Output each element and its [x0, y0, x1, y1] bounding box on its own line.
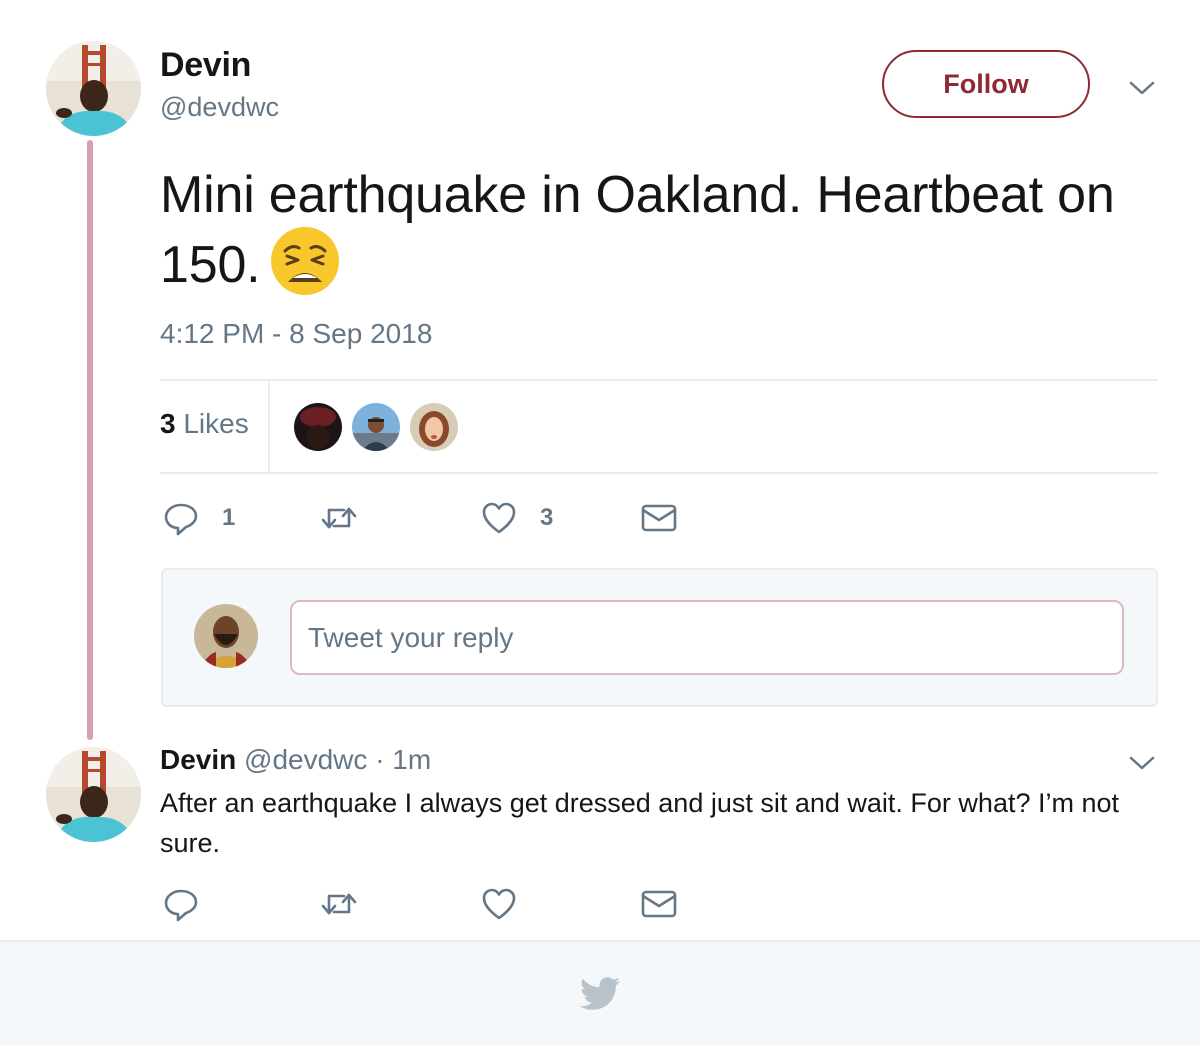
- retweet-action[interactable]: [320, 499, 358, 537]
- mail-icon: [641, 890, 677, 918]
- weary-face-icon: [270, 226, 340, 296]
- reply-action[interactable]: [162, 885, 200, 923]
- liker-avatar[interactable]: [410, 403, 458, 451]
- divider: [268, 382, 270, 472]
- reply-time[interactable]: · 1m: [375, 744, 431, 775]
- direct-message-action[interactable]: [640, 885, 678, 923]
- like-count: 3: [540, 504, 554, 531]
- reply-author-handle[interactable]: @devdwc: [244, 744, 367, 775]
- likes-label: Likes: [183, 408, 249, 439]
- divider: [160, 379, 1158, 381]
- reply-icon: [164, 889, 198, 922]
- thread-line: [87, 140, 93, 740]
- reply-action[interactable]: 1: [162, 499, 235, 537]
- chevron-down-icon[interactable]: [1127, 753, 1157, 773]
- follow-button[interactable]: Follow: [882, 50, 1090, 118]
- current-user-avatar: [194, 604, 258, 668]
- author-avatar[interactable]: [46, 41, 141, 136]
- liker-avatar[interactable]: [294, 403, 342, 451]
- like-action[interactable]: 3: [480, 499, 553, 537]
- retweet-action[interactable]: [320, 885, 358, 923]
- reply-count: 1: [222, 504, 236, 531]
- chevron-down-icon[interactable]: [1127, 78, 1157, 98]
- reply-author-avatar[interactable]: [46, 747, 141, 842]
- direct-message-action[interactable]: [640, 499, 678, 537]
- like-action[interactable]: [480, 885, 518, 923]
- liker-avatar[interactable]: [352, 403, 400, 451]
- divider: [160, 472, 1158, 474]
- reply-author-name[interactable]: Devin: [160, 744, 236, 775]
- reply-header: Devin @devdwc · 1m: [160, 744, 431, 776]
- mail-icon: [641, 504, 677, 532]
- tweet-text: Mini earthquake in Oakland. Heartbeat on…: [160, 160, 1140, 300]
- reply-input[interactable]: Tweet your reply: [290, 600, 1124, 675]
- author-handle[interactable]: @devdwc: [160, 92, 279, 123]
- author-name[interactable]: Devin: [160, 46, 251, 85]
- likes-summary[interactable]: 3 Likes: [160, 408, 249, 440]
- retweet-icon: [321, 893, 357, 915]
- retweet-icon: [321, 507, 357, 529]
- likes-count: 3: [160, 408, 176, 439]
- twitter-bird-icon[interactable]: [580, 976, 622, 1014]
- reply-icon: [164, 503, 198, 536]
- heart-icon: [482, 502, 516, 534]
- reply-tweet-text: After an earthquake I always get dressed…: [160, 788, 1120, 858]
- tweet-timestamp[interactable]: 4:12 PM - 8 Sep 2018: [160, 318, 432, 350]
- heart-icon: [482, 888, 516, 920]
